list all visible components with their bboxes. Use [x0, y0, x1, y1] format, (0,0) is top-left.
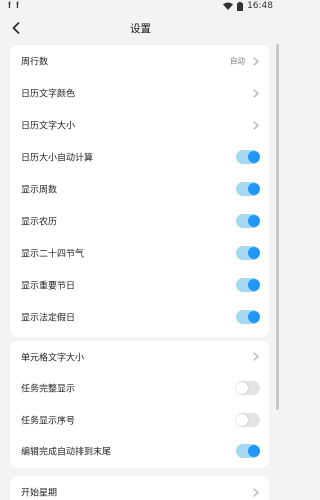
toggle-switch[interactable]	[236, 310, 260, 324]
settings-row-label: 显示重要节日	[21, 281, 76, 292]
settings-row-label: 单元格文字大小	[21, 353, 85, 364]
chevron-right-icon	[252, 352, 260, 362]
settings-row-label: 显示法定假日	[21, 313, 76, 324]
toggle-switch[interactable]	[236, 182, 260, 196]
settings-row-group1-item-6[interactable]: 显示二十四节气	[10, 237, 269, 269]
toggle-knob	[248, 445, 260, 458]
settings-row-group2-item-1[interactable]: 任务完整显示	[10, 373, 269, 405]
toggle-knob	[248, 183, 260, 195]
settings-row-label: 显示周数	[21, 185, 58, 196]
wifi-icon	[223, 2, 234, 10]
chevron-right-icon	[252, 56, 260, 66]
toggle-knob	[236, 413, 248, 426]
toggle-knob	[248, 215, 260, 227]
settings-row-label: 日历文字颜色	[21, 89, 76, 100]
toggle-knob	[248, 311, 260, 323]
toggle-knob	[236, 382, 248, 395]
toggle-knob	[248, 247, 260, 259]
toggle-knob	[248, 151, 260, 163]
toggle-switch[interactable]	[236, 246, 260, 260]
settings-row-group2-item-2[interactable]: 任务显示序号	[10, 404, 269, 436]
settings-row-group1-item-4[interactable]: 显示周数	[10, 173, 269, 205]
status-time: 16:48	[247, 1, 273, 11]
settings-row-group3-item-0[interactable]: 开始星期	[10, 476, 269, 500]
settings-row-label: 任务完整显示	[21, 384, 76, 395]
chevron-right-icon	[252, 120, 260, 130]
settings-row-group2-item-3[interactable]: 编辑完成自动排到末尾	[10, 436, 269, 468]
settings-row-label: 显示二十四节气	[21, 249, 85, 260]
settings-row-label: 开始星期	[21, 488, 58, 499]
toggle-switch[interactable]	[236, 214, 260, 228]
toggle-switch[interactable]	[236, 412, 260, 427]
status-right: 16:48	[223, 1, 273, 11]
page-title: 设置	[130, 23, 151, 35]
notification-icons: 𝐟 𝐟	[8, 1, 20, 11]
scrollbar[interactable]	[276, 44, 279, 410]
notification-text: 𝐟 𝐟	[8, 1, 21, 11]
status-bar: 𝐟 𝐟 16:48	[0, 0, 281, 14]
battery-icon	[237, 1, 244, 11]
settings-row-group1-item-1[interactable]: 日历文字颜色	[10, 77, 269, 109]
settings-group-calendar: 周行数 自动日历文字颜色 日历文字大小日历大小自动计算 显示周数显示农历显示二十四节气…	[10, 45, 269, 337]
settings-row-group1-item-2[interactable]: 日历文字大小	[10, 109, 269, 141]
settings-row-value: 自动	[230, 56, 245, 66]
toggle-knob	[248, 279, 260, 291]
chevron-right-icon	[252, 487, 260, 497]
settings-row-label: 日历大小自动计算	[21, 153, 94, 164]
settings-row-label: 日历文字大小	[21, 121, 76, 132]
settings-group-week: 开始星期	[10, 476, 269, 500]
toggle-switch[interactable]	[236, 444, 260, 459]
header-bar: 设置	[0, 14, 281, 42]
settings-group-cells: 单元格文字大小 任务完整显示 任务显示序号编辑完成自动排到末尾	[10, 341, 269, 468]
toggle-switch[interactable]	[236, 150, 260, 164]
settings-row-label: 任务显示序号	[21, 416, 76, 427]
settings-row-label: 编辑完成自动排到末尾	[21, 447, 112, 458]
settings-row-label: 显示农历	[21, 217, 58, 228]
settings-row-group2-item-0[interactable]: 单元格文字大小	[10, 341, 269, 373]
settings-row-group1-item-7[interactable]: 显示重要节日	[10, 269, 269, 301]
toggle-switch[interactable]	[236, 381, 260, 396]
settings-row-label: 周行数	[21, 57, 49, 68]
toggle-switch[interactable]	[236, 278, 260, 292]
settings-row-group1-item-5[interactable]: 显示农历	[10, 205, 269, 237]
chevron-right-icon	[252, 88, 260, 98]
settings-row-group1-item-0[interactable]: 周行数 自动	[10, 45, 269, 77]
settings-row-group1-item-8[interactable]: 显示法定假日	[10, 301, 269, 333]
settings-row-group1-item-3[interactable]: 日历大小自动计算	[10, 141, 269, 173]
